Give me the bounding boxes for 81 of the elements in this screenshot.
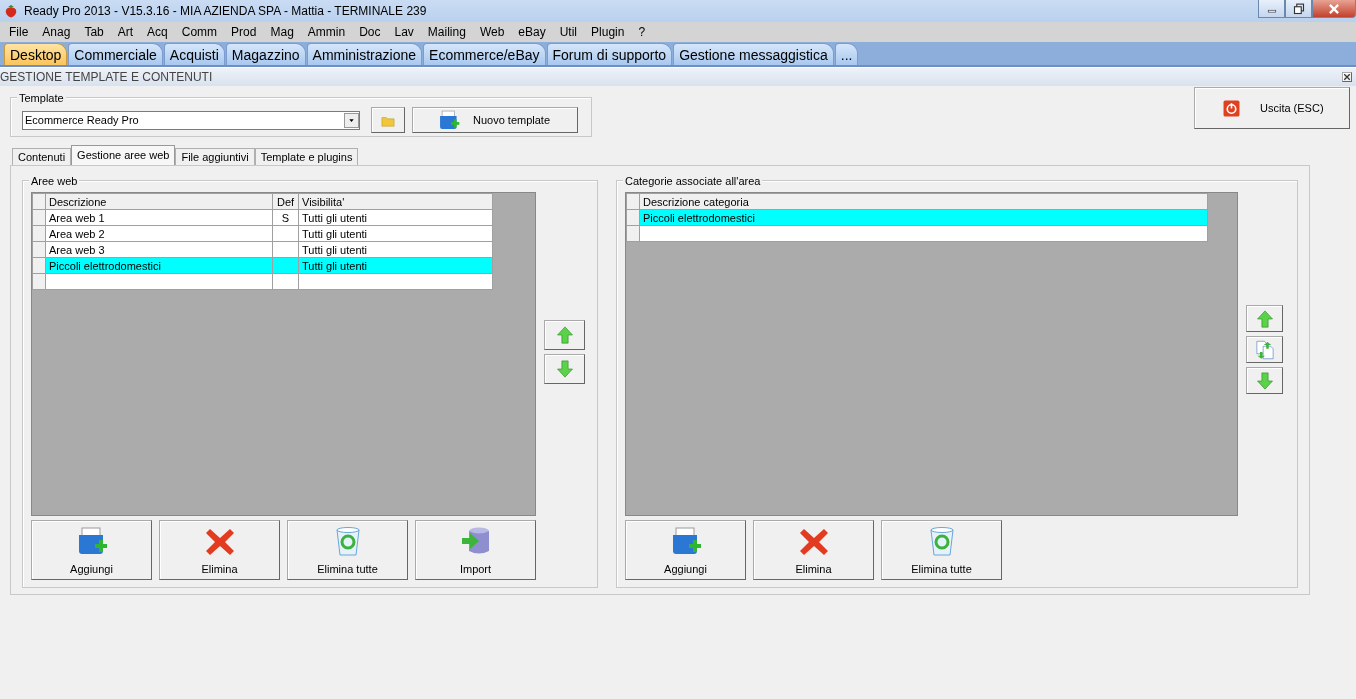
caret-icon bbox=[348, 117, 355, 123]
up-arrow-icon bbox=[1254, 308, 1275, 329]
tab[interactable]: File aggiuntivi bbox=[175, 148, 255, 165]
menu-item[interactable]: Doc bbox=[352, 23, 388, 41]
module-tab[interactable]: Desktop bbox=[4, 43, 68, 65]
swap-button[interactable] bbox=[1246, 336, 1283, 363]
add-button[interactable]: Aggiungi bbox=[625, 520, 746, 580]
module-tab[interactable]: ... bbox=[834, 43, 859, 65]
move-down-button[interactable] bbox=[1246, 367, 1283, 394]
close-icon bbox=[1327, 2, 1341, 15]
tab[interactable]: Contenuti bbox=[12, 148, 72, 165]
strawberry-icon bbox=[4, 3, 18, 19]
menu-item[interactable]: ? bbox=[631, 23, 653, 41]
close-icon bbox=[1343, 73, 1351, 81]
power-icon bbox=[1223, 99, 1240, 117]
menu-item[interactable]: Plugin bbox=[584, 23, 632, 41]
dropdown-value: Ecommerce Ready Pro bbox=[25, 112, 139, 128]
column-header: Def bbox=[272, 193, 299, 210]
grid-row[interactable]: Piccoli elettrodomestici Tutti gli utenti bbox=[32, 257, 493, 274]
open-folder-button[interactable] bbox=[371, 107, 405, 133]
close-button[interactable] bbox=[1312, 0, 1356, 18]
table-cell bbox=[272, 225, 299, 242]
grid-row[interactable]: Area web 1 S Tutti gli utenti bbox=[32, 209, 493, 226]
delete-button[interactable]: Elimina bbox=[159, 520, 280, 580]
menu-item[interactable]: Mailing bbox=[420, 23, 473, 41]
module-tab[interactable]: Commerciale bbox=[68, 43, 163, 65]
menu-item[interactable]: Mag bbox=[263, 23, 301, 41]
down-arrow-icon bbox=[1254, 370, 1275, 391]
menu-item[interactable]: Art bbox=[110, 23, 141, 41]
delete-button[interactable]: Elimina bbox=[753, 520, 874, 580]
module-tab[interactable]: Acquisti bbox=[163, 43, 225, 65]
module-tab[interactable]: Gestione messaggistica bbox=[673, 43, 834, 65]
table-cell: Area web 3 bbox=[45, 241, 273, 258]
menu-item[interactable]: Prod bbox=[224, 23, 264, 41]
tab[interactable]: Template e plugins bbox=[254, 148, 359, 165]
restore-icon bbox=[1292, 2, 1305, 15]
menu-item[interactable]: Web bbox=[472, 23, 512, 41]
menu-item[interactable]: Util bbox=[552, 23, 585, 41]
module-tab[interactable]: Magazzino bbox=[225, 43, 306, 65]
restore-button[interactable] bbox=[1285, 0, 1312, 18]
table-cell: Area web 1 bbox=[45, 209, 273, 226]
template-dropdown[interactable]: Ecommerce Ready Pro bbox=[22, 110, 360, 130]
menu-item[interactable]: Acq bbox=[140, 23, 175, 41]
menu-item[interactable]: Ammin bbox=[300, 23, 353, 41]
column-header: Descrizione bbox=[45, 193, 273, 210]
table-cell: Tutti gli utenti bbox=[298, 209, 493, 226]
section-title: GESTIONE TEMPLATE E CONTENUTI bbox=[0, 69, 213, 86]
window-title: Ready Pro 2013 - V15.3.16 - MIA AZIENDA SPA - Mattia - TERMINALE 239 bbox=[24, 3, 427, 20]
import-button[interactable]: Import bbox=[415, 520, 536, 580]
grid-row[interactable]: Area web 2 Tutti gli utenti bbox=[32, 225, 493, 242]
table-cell bbox=[272, 241, 299, 258]
move-up-button[interactable] bbox=[1246, 305, 1283, 332]
menu-item[interactable]: Lav bbox=[387, 23, 421, 41]
menu-item[interactable]: Tab bbox=[77, 23, 111, 41]
move-down-button[interactable] bbox=[544, 354, 585, 384]
box-with-plus-icon bbox=[437, 109, 461, 131]
table-cell: Tutti gli utenti bbox=[298, 225, 493, 242]
grid-row[interactable]: Area web 3 Tutti gli utenti bbox=[32, 241, 493, 258]
module-tab[interactable]: Amministrazione bbox=[306, 43, 423, 65]
down-arrow-icon bbox=[554, 359, 575, 379]
exit-button[interactable]: Uscita (ESC) bbox=[1194, 87, 1350, 129]
add-button[interactable]: Aggiungi bbox=[31, 520, 152, 580]
up-arrow-icon bbox=[554, 325, 575, 345]
panel-close-button[interactable] bbox=[1342, 72, 1352, 82]
menu-item[interactable]: eBay bbox=[511, 23, 553, 41]
column-header: Descrizione categoria bbox=[639, 193, 1208, 210]
module-tab[interactable]: Ecommerce/eBay bbox=[423, 43, 546, 65]
new-template-button[interactable]: Nuovo template bbox=[412, 107, 578, 133]
delete-all-button[interactable]: Elimina tutte bbox=[287, 520, 408, 580]
delete-all-button[interactable]: Elimina tutte bbox=[881, 520, 1002, 580]
table-cell: Area web 2 bbox=[45, 225, 273, 242]
module-tab[interactable]: Forum di supporto bbox=[546, 43, 673, 65]
column-header: Visibilita' bbox=[298, 193, 493, 210]
menu-item[interactable]: Comm bbox=[174, 23, 225, 41]
menu-item[interactable]: Anag bbox=[35, 23, 78, 41]
table-cell: S bbox=[272, 209, 299, 226]
documents-with-arrows-icon bbox=[1254, 339, 1275, 360]
tab[interactable]: Gestione aree web bbox=[71, 145, 176, 165]
table-cell: Tutti gli utenti bbox=[298, 241, 493, 258]
move-up-button[interactable] bbox=[544, 320, 585, 350]
menu-item[interactable]: File bbox=[2, 23, 36, 41]
